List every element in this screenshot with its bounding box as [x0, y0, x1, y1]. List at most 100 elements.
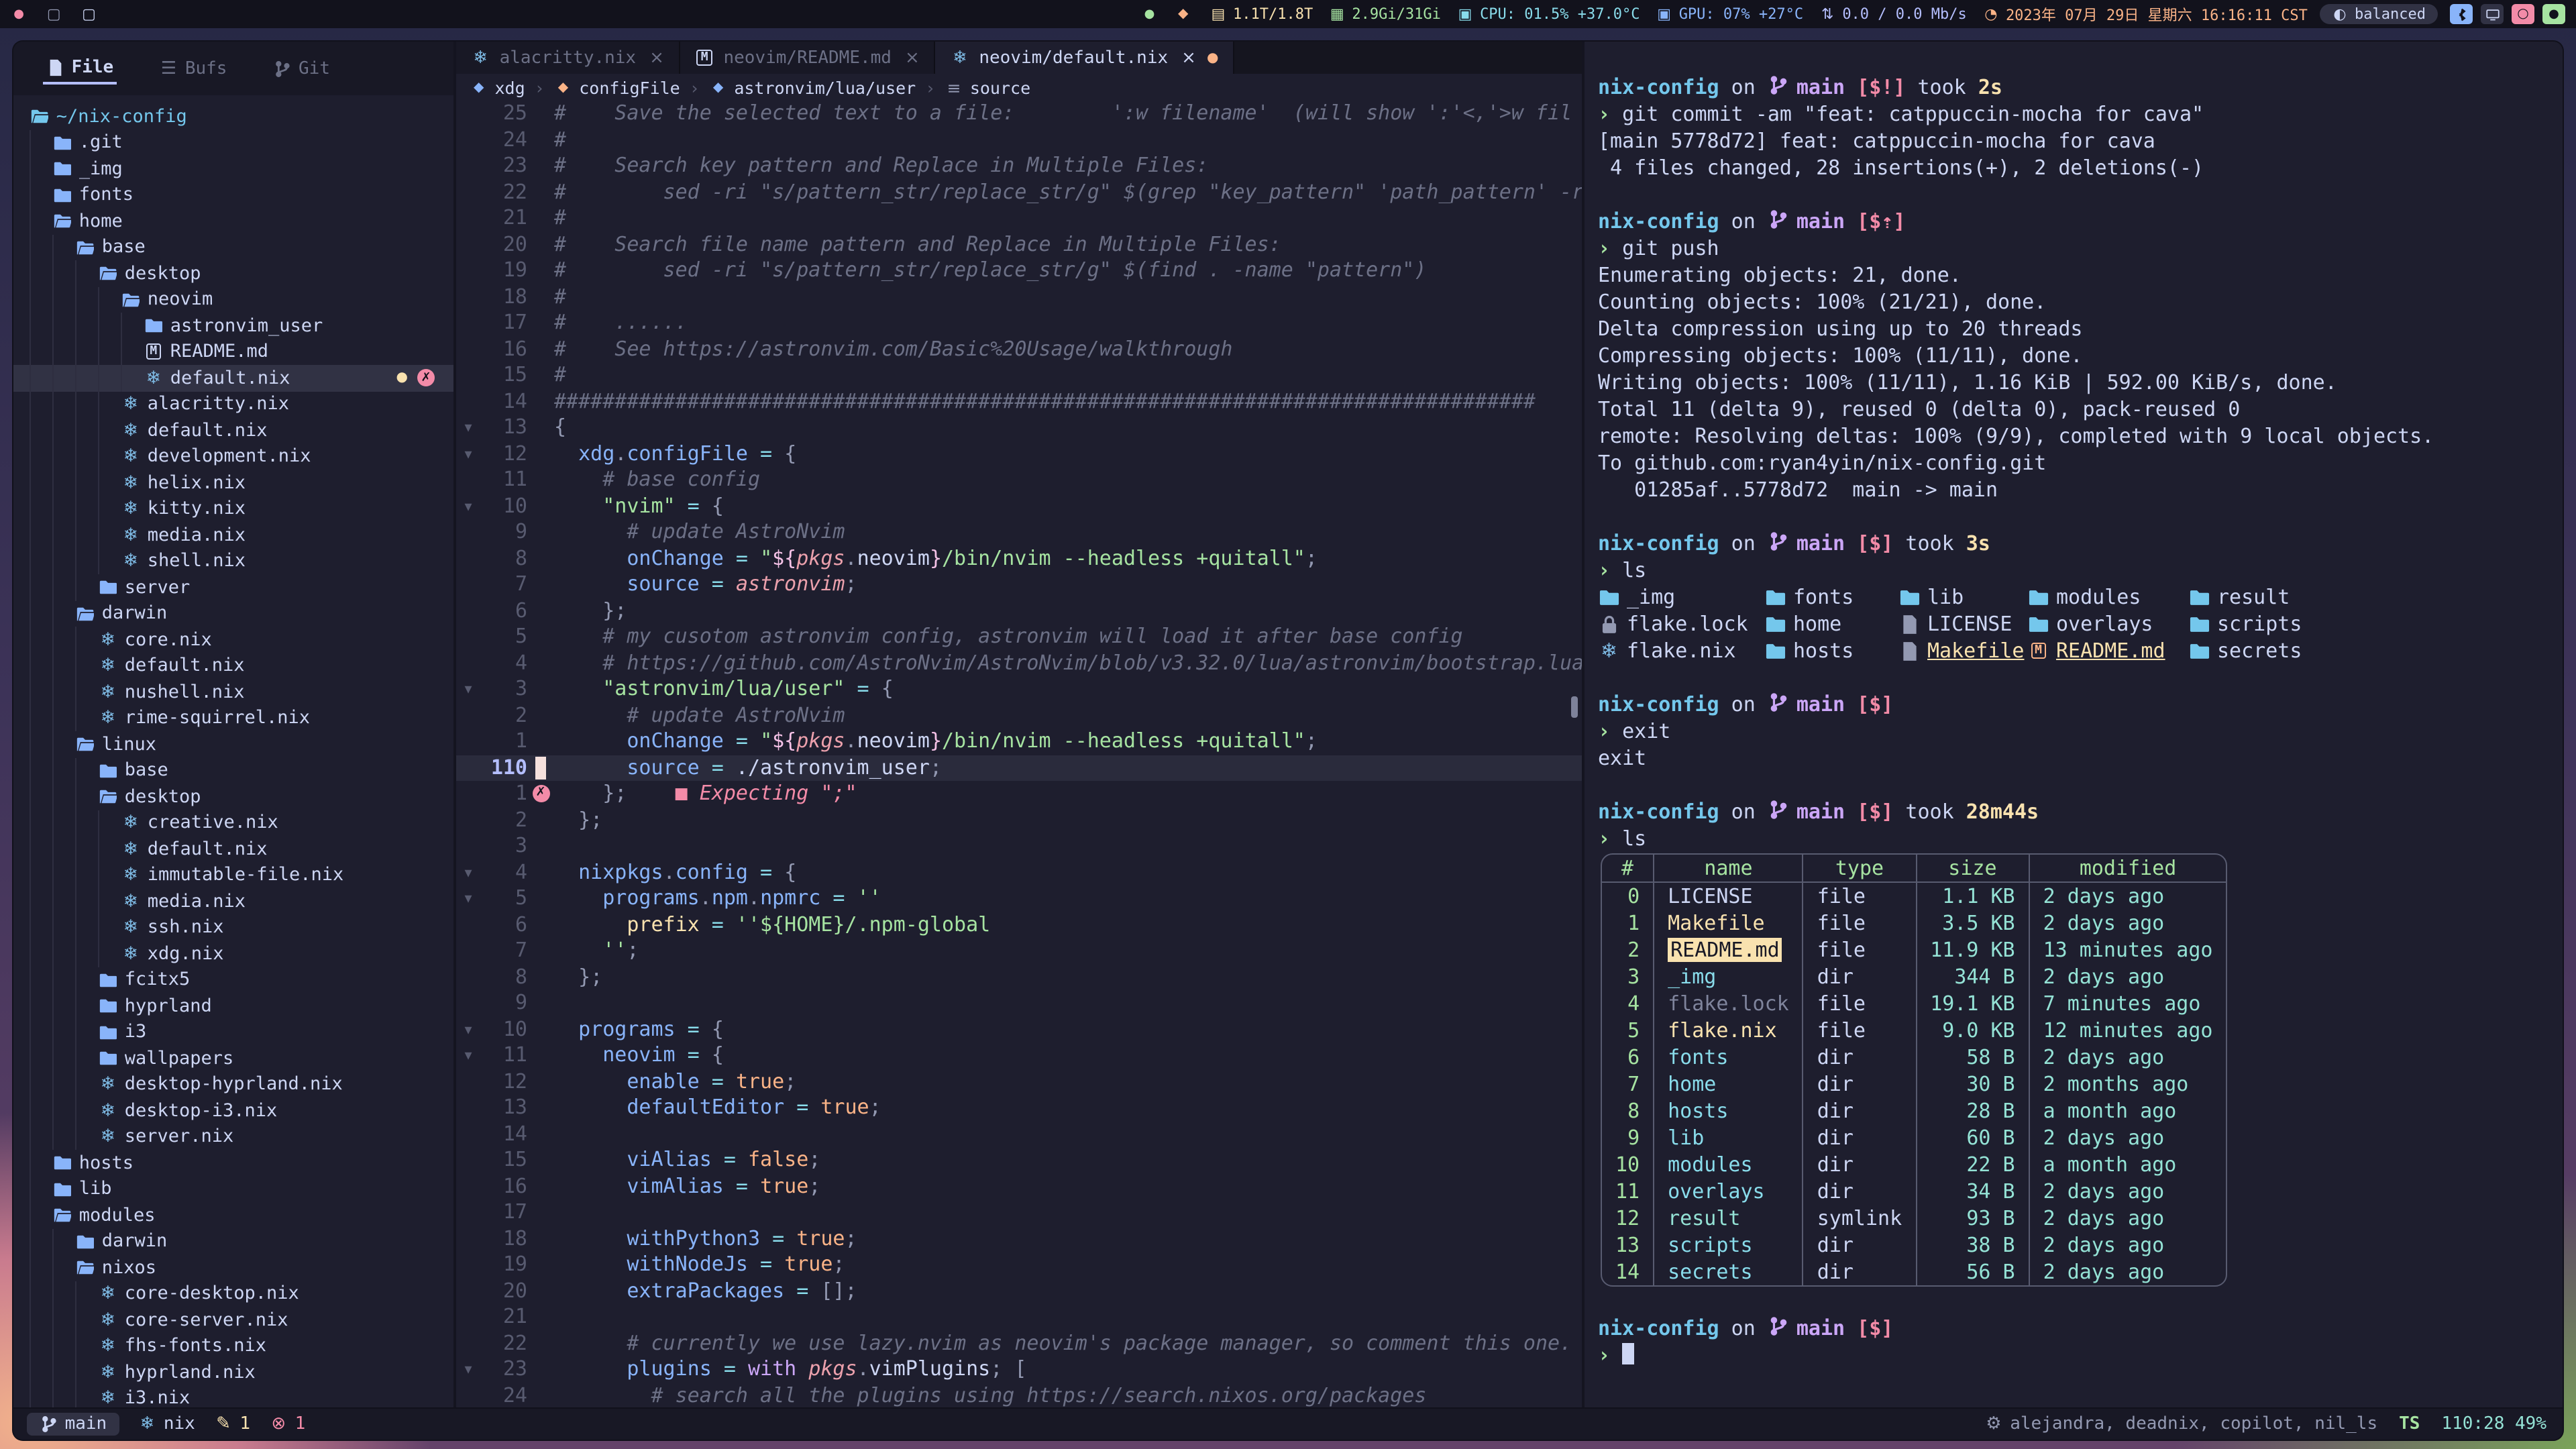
winsq-icon[interactable]: ▢: [46, 5, 62, 23]
editor-line[interactable]: 14: [456, 1121, 1582, 1147]
tree-item-media.nix[interactable]: ❄media.nix: [13, 522, 453, 548]
editor-line[interactable]: 22 # currently we use lazy.nvim as neovi…: [456, 1330, 1582, 1356]
editor-line[interactable]: 21#: [456, 205, 1582, 231]
editor-line[interactable]: ▾10 "nvim" = {: [456, 493, 1582, 519]
tree-item-desktop[interactable]: desktop: [13, 784, 453, 810]
tree-item-~/nix-config[interactable]: ~/nix-config: [13, 103, 453, 129]
tree-item-fcitx5[interactable]: fcitx5: [13, 967, 453, 993]
scrollbar-thumb[interactable]: [1571, 696, 1578, 718]
editor-line[interactable]: 16# See https://astronvim.com/Basic%20Us…: [456, 336, 1582, 362]
code-area[interactable]: 25# Save the selected text to a file: ':…: [456, 101, 1582, 1407]
tree-item-shell.nix[interactable]: ❄shell.nix: [13, 548, 453, 574]
editor-line[interactable]: 1 onChange = "${pkgs.neovim}/bin/nvim --…: [456, 729, 1582, 755]
tree-item-development.nix[interactable]: ❄development.nix: [13, 443, 453, 470]
tree-item-default.nix[interactable]: ❄default.nix: [13, 653, 453, 679]
close-icon[interactable]: ×: [649, 48, 664, 68]
editor-line[interactable]: 6 };: [456, 598, 1582, 624]
editor-line[interactable]: 8 onChange = "${pkgs.neovim}/bin/nvim --…: [456, 545, 1582, 572]
editor-line[interactable]: 110 source = ./astronvim_user;: [456, 755, 1582, 781]
tree-item-i3[interactable]: i3: [13, 1019, 453, 1045]
diamond-icon[interactable]: ◆: [1175, 7, 1191, 21]
editor-line[interactable]: 15#: [456, 362, 1582, 388]
fold-chevron-icon[interactable]: ▾: [456, 1356, 480, 1383]
display-button[interactable]: [2481, 4, 2504, 24]
git-branch-indicator[interactable]: main: [27, 1413, 119, 1436]
dot-icon[interactable]: ●: [11, 7, 27, 21]
tree-item-creative.nix[interactable]: ❄creative.nix: [13, 810, 453, 836]
editor-line[interactable]: ▾4 nixpkgs.config = {: [456, 859, 1582, 885]
tree-item-desktop-hyprland.nix[interactable]: ❄desktop-hyprland.nix: [13, 1071, 453, 1097]
editor-line[interactable]: 12 enable = true;: [456, 1069, 1582, 1095]
tree-item-ssh.nix[interactable]: ❄ssh.nix: [13, 914, 453, 941]
editor-line[interactable]: 20 extraPackages = [];: [456, 1278, 1582, 1304]
editor-line[interactable]: ▾11 neovim = {: [456, 1042, 1582, 1069]
editor-line[interactable]: 24#: [456, 127, 1582, 153]
tree-item-kitty.nix[interactable]: ❄kitty.nix: [13, 496, 453, 522]
editor-line[interactable]: 9 # update AstroNvim: [456, 519, 1582, 545]
tree-item-neovim[interactable]: neovim: [13, 286, 453, 313]
explorer-tab-git[interactable]: Git: [270, 54, 333, 83]
fold-chevron-icon[interactable]: ▾: [456, 415, 480, 441]
tree-item-server[interactable]: server: [13, 574, 453, 600]
buffer-tab-alacritty.nix[interactable]: ❄alacritty.nix×: [456, 42, 680, 74]
tree-item-linux[interactable]: linux: [13, 731, 453, 757]
editor-line[interactable]: 18#: [456, 284, 1582, 310]
fold-chevron-icon[interactable]: ▾: [456, 859, 480, 885]
editor-line[interactable]: ▾3 "astronvim/lua/user" = {: [456, 676, 1582, 702]
winsq-icon[interactable]: ▢: [80, 5, 97, 23]
tree-item-core-server.nix[interactable]: ❄core-server.nix: [13, 1307, 453, 1333]
tree-item-hosts[interactable]: hosts: [13, 1150, 453, 1176]
explorer-tab-bufs[interactable]: ☰Bufs: [156, 54, 229, 83]
tree-item-README.md[interactable]: MREADME.md: [13, 339, 453, 365]
tree-item-base[interactable]: base: [13, 757, 453, 784]
tree-item-nixos[interactable]: nixos: [13, 1254, 453, 1281]
close-icon[interactable]: ×: [1181, 48, 1196, 68]
tree-item-default.nix[interactable]: ❄default.nix: [13, 417, 453, 443]
tree-item-modules[interactable]: modules: [13, 1202, 453, 1228]
fold-chevron-icon[interactable]: ▾: [456, 1016, 480, 1042]
editor-line[interactable]: 9: [456, 990, 1582, 1016]
tree-item-immutable-file.nix[interactable]: ❄immutable-file.nix: [13, 862, 453, 888]
editor-line[interactable]: 1✗ }; ■ Expecting ";": [456, 781, 1582, 807]
breadcrumb-segment[interactable]: ◆xdg: [470, 77, 525, 97]
editor-line[interactable]: 14######################################…: [456, 388, 1582, 415]
fold-chevron-icon[interactable]: ▾: [456, 676, 480, 702]
editor-line[interactable]: 20# Search file name pattern and Replace…: [456, 231, 1582, 258]
editor-line[interactable]: 2 # update AstroNvim: [456, 702, 1582, 729]
editor-line[interactable]: 2 };: [456, 807, 1582, 833]
editor-line[interactable]: 18 withPython3 = true;: [456, 1226, 1582, 1252]
explorer-tree[interactable]: ~/nix-config.git_imgfontshomebasedesktop…: [13, 95, 453, 1407]
explorer-tab-file[interactable]: File: [43, 53, 116, 84]
module-network[interactable]: ⇅0.0 / 0.0 Mb/s: [1819, 3, 1967, 25]
editor-line[interactable]: 13 defaultEditor = true;: [456, 1095, 1582, 1121]
fold-chevron-icon[interactable]: ▾: [456, 493, 480, 519]
power-profile-pill[interactable]: ◐balanced: [2320, 4, 2438, 24]
editor-line[interactable]: ▾10 programs = {: [456, 1016, 1582, 1042]
tree-item-nushell.nix[interactable]: ❄nushell.nix: [13, 679, 453, 705]
tree-item-.git[interactable]: .git: [13, 129, 453, 156]
editor-line[interactable]: 24 # search all the plugins using https:…: [456, 1383, 1582, 1407]
tree-item-darwin[interactable]: darwin: [13, 1228, 453, 1254]
editor-line[interactable]: 15 viAlias = false;: [456, 1147, 1582, 1173]
tree-item-media.nix[interactable]: ❄media.nix: [13, 888, 453, 914]
editor-line[interactable]: 22# sed -ri "s/pattern_str/replace_str/g…: [456, 179, 1582, 205]
power-button[interactable]: ○: [2512, 4, 2534, 24]
terminal-pane[interactable]: nix-config on main [$!] took 2s› git com…: [1585, 42, 2563, 1407]
editor-line[interactable]: 8 };: [456, 964, 1582, 990]
tree-item-core-desktop.nix[interactable]: ❄core-desktop.nix: [13, 1281, 453, 1307]
tree-item-lib[interactable]: lib: [13, 1176, 453, 1202]
tray-dot-button[interactable]: ●: [2542, 4, 2565, 24]
breadcrumb-segment[interactable]: ◆astronvim/lua/user: [709, 77, 916, 97]
editor-line[interactable]: ▾13{: [456, 415, 1582, 441]
module-gpu[interactable]: ▣GPU: 07% +27°C: [1656, 3, 1804, 25]
buffer-tab-neovim/default.nix[interactable]: ❄neovim/default.nix×●: [936, 42, 1235, 74]
editor-line[interactable]: 19# sed -ri "s/pattern_str/replace_str/g…: [456, 258, 1582, 284]
fold-chevron-icon[interactable]: ▾: [456, 1042, 480, 1069]
tree-item-server.nix[interactable]: ❄server.nix: [13, 1124, 453, 1150]
tree-item-core.nix[interactable]: ❄core.nix: [13, 627, 453, 653]
editor-line[interactable]: ▾12 xdg.configFile = {: [456, 441, 1582, 467]
module-memory[interactable]: ▦2.9Gi/31Gi: [1329, 3, 1441, 25]
editor-line[interactable]: 5 # my cusotom astronvim config, astronv…: [456, 624, 1582, 650]
tree-item-rime-squirrel.nix[interactable]: ❄rime-squirrel.nix: [13, 705, 453, 731]
bluetooth-button[interactable]: [2450, 4, 2473, 24]
